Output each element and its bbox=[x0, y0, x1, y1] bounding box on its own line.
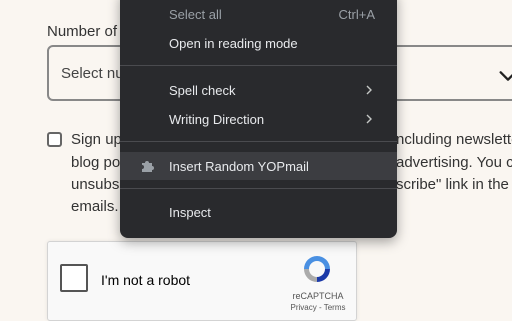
select-placeholder: Select nu bbox=[61, 65, 124, 82]
consent-text-line: scribe" link in the bbox=[396, 176, 509, 193]
menu-item-select-all: Select all Ctrl+A bbox=[120, 0, 397, 28]
menu-item-label: Select all bbox=[169, 7, 222, 22]
menu-item-spell-check[interactable]: Spell check bbox=[120, 76, 397, 104]
chevron-right-icon bbox=[366, 85, 372, 95]
recaptcha-widget: I'm not a robot reCAPTCHA Privacy - Term… bbox=[47, 241, 357, 321]
menu-item-inspect[interactable]: Inspect bbox=[120, 198, 397, 226]
context-menu: Select all Ctrl+A Open in reading mode S… bbox=[120, 0, 397, 238]
menu-item-reading-mode[interactable]: Open in reading mode bbox=[120, 29, 397, 57]
menu-item-label: Open in reading mode bbox=[169, 36, 298, 51]
menu-separator bbox=[120, 188, 397, 189]
consent-text-line: Sign up bbox=[71, 131, 122, 148]
consent-text-line: emails. bbox=[71, 198, 119, 215]
menu-item-label: Inspect bbox=[169, 205, 211, 220]
menu-item-label: Writing Direction bbox=[169, 112, 265, 127]
chevron-right-icon bbox=[366, 114, 372, 124]
recaptcha-terms-link[interactable]: Privacy - Terms bbox=[284, 303, 352, 312]
puzzle-piece-icon bbox=[142, 161, 154, 172]
menu-separator bbox=[120, 141, 397, 142]
recaptcha-logo-icon bbox=[304, 256, 330, 282]
menu-item-label: Spell check bbox=[169, 83, 236, 98]
menu-item-writing-direction[interactable]: Writing Direction bbox=[120, 105, 397, 133]
recaptcha-label: I'm not a robot bbox=[101, 272, 191, 288]
recaptcha-brand: reCAPTCHA bbox=[292, 291, 344, 301]
menu-item-label: Insert Random YOPmail bbox=[169, 159, 309, 174]
consent-text-line: blog po bbox=[71, 154, 121, 171]
recaptcha-checkbox[interactable] bbox=[60, 264, 88, 292]
consent-text-line: unsubs bbox=[71, 176, 120, 193]
menu-separator bbox=[120, 65, 397, 66]
menu-item-shortcut: Ctrl+A bbox=[338, 7, 375, 22]
consent-text-line: ncluding newslette bbox=[396, 131, 512, 148]
signup-checkbox[interactable] bbox=[47, 132, 62, 147]
menu-item-insert-yopmail[interactable]: Insert Random YOPmail bbox=[120, 152, 397, 180]
consent-text-line: advertising. You c bbox=[396, 154, 512, 171]
chevron-down-icon bbox=[499, 71, 512, 81]
number-of-label: Number of bbox=[47, 23, 118, 40]
